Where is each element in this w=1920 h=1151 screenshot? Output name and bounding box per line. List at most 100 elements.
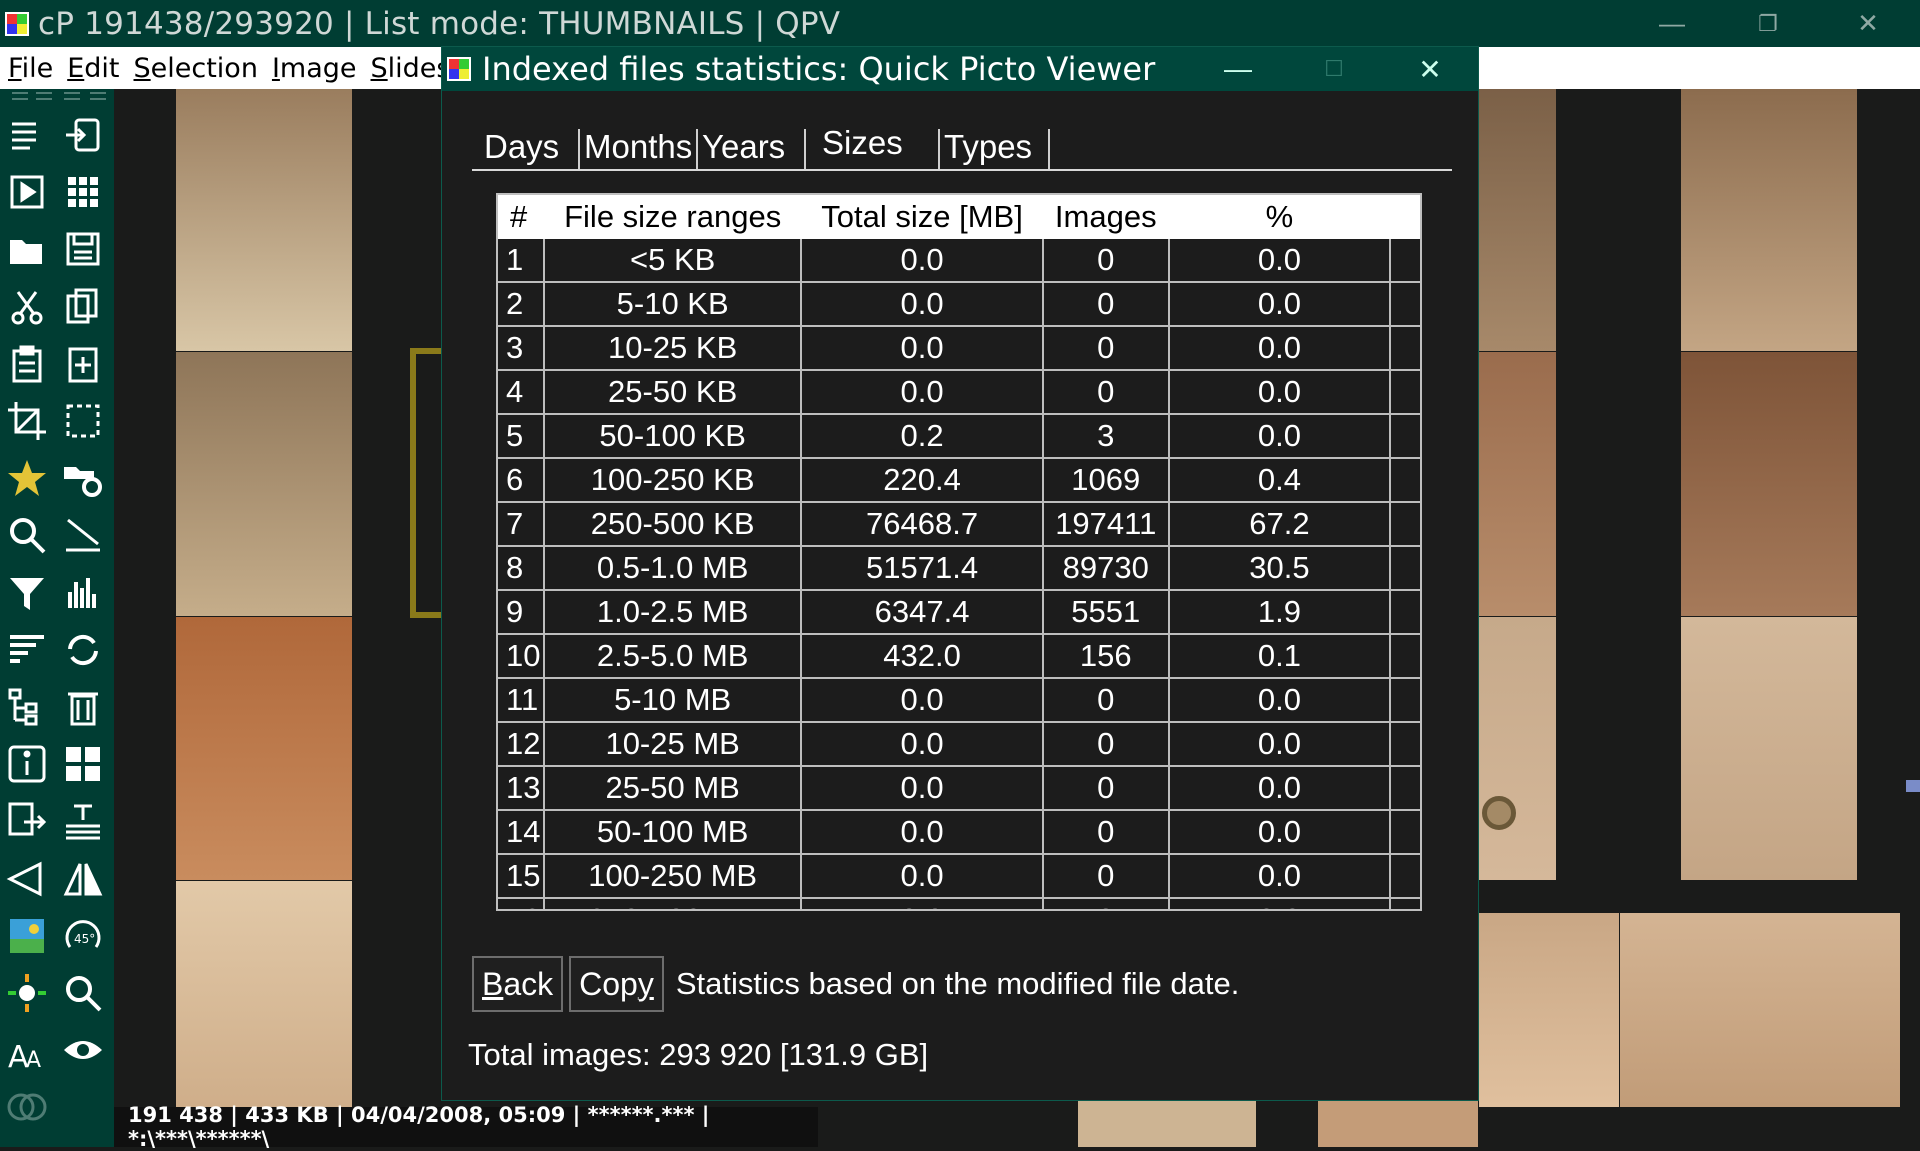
search-zoom-icon[interactable] bbox=[60, 970, 106, 1016]
menu-selection[interactable]: Selection bbox=[126, 53, 264, 84]
thumbnail-bg-9[interactable] bbox=[1681, 352, 1857, 616]
table-row[interactable]: 6 100-250 KB 220.4 1069 0.4 bbox=[498, 458, 1420, 503]
thumbnail-bg-2[interactable] bbox=[176, 352, 352, 616]
table-row[interactable]: 1 <5 KB 0.0 0 0.0 bbox=[498, 239, 1420, 283]
table-row[interactable]: 5 50-100 KB 0.2 3 0.0 bbox=[498, 414, 1420, 459]
maximize-button[interactable]: ❐ bbox=[1720, 0, 1816, 47]
minimize-icon: — bbox=[1224, 53, 1252, 84]
close-button[interactable]: ✕ bbox=[1820, 0, 1916, 47]
back-button[interactable]: Back bbox=[472, 956, 564, 1012]
sort-icon[interactable] bbox=[4, 627, 50, 673]
tab-days[interactable]: Days bbox=[484, 125, 559, 169]
slideshow-icon[interactable] bbox=[4, 169, 50, 215]
thumbnail-bg-11[interactable] bbox=[1479, 913, 1619, 1107]
filter-icon[interactable] bbox=[4, 570, 50, 616]
statistics-dialog: Indexed files statistics: Quick Picto Vi… bbox=[441, 46, 1479, 1101]
cell-index: 12 bbox=[498, 722, 545, 767]
cell-filler bbox=[1390, 458, 1420, 503]
column-header-images[interactable]: Images bbox=[1042, 195, 1169, 239]
table-row[interactable]: 11 5-10 MB 0.0 0 0.0 bbox=[498, 678, 1420, 723]
cell-percent: 30.5 bbox=[1168, 546, 1392, 591]
calculator-icon[interactable] bbox=[60, 741, 106, 787]
table-row[interactable]: 10 2.5-5.0 MB 432.0 156 0.1 bbox=[498, 634, 1420, 679]
thumbnail-bg-14[interactable] bbox=[1318, 1101, 1478, 1147]
text-size-icon[interactable]: AA bbox=[4, 1027, 50, 1073]
column-header-index[interactable]: # bbox=[498, 195, 544, 239]
trash-icon[interactable] bbox=[60, 684, 106, 730]
scrollbar-thumb[interactable] bbox=[1906, 780, 1920, 792]
toolbar-grip-icon[interactable] bbox=[6, 89, 110, 105]
grid-icon[interactable] bbox=[60, 169, 106, 215]
thumbnail-bg-3[interactable] bbox=[176, 617, 352, 880]
flip-horizontal-icon[interactable] bbox=[4, 856, 50, 902]
selected-thumbnail-frame[interactable] bbox=[410, 348, 444, 618]
copy-icon[interactable] bbox=[60, 284, 106, 330]
thumbnail-bg-8[interactable] bbox=[1681, 89, 1857, 351]
table-row[interactable]: 8 0.5-1.0 MB 51571.4 89730 30.5 bbox=[498, 546, 1420, 591]
column-header-percent[interactable]: % bbox=[1168, 195, 1391, 239]
open-folder-icon[interactable] bbox=[4, 226, 50, 272]
cell-range: 250-500 KB bbox=[543, 502, 803, 547]
menu-file[interactable]: File bbox=[0, 53, 59, 84]
minimize-button[interactable]: — bbox=[1624, 0, 1720, 47]
select-icon[interactable] bbox=[60, 398, 106, 444]
mirror-icon[interactable] bbox=[60, 856, 106, 902]
table-row[interactable]: 13 25-50 MB 0.0 0 0.0 bbox=[498, 766, 1420, 811]
table-row[interactable]: 9 1.0-2.5 MB 6347.4 5551 1.9 bbox=[498, 590, 1420, 635]
import-icon[interactable] bbox=[60, 112, 106, 158]
thumbnail-bg-10[interactable] bbox=[1681, 617, 1857, 880]
menu-image[interactable]: Image bbox=[264, 53, 363, 84]
cut-icon[interactable] bbox=[4, 284, 50, 330]
cell-percent: 0.0 bbox=[1168, 898, 1392, 909]
column-header-range[interactable]: File size ranges bbox=[543, 195, 802, 239]
thumbnail-bg-7[interactable] bbox=[1479, 617, 1556, 880]
histogram-icon[interactable] bbox=[60, 570, 106, 616]
dialog-close-button[interactable]: ✕ bbox=[1382, 47, 1478, 91]
eye-icon[interactable] bbox=[60, 1027, 106, 1073]
text-layout-icon[interactable] bbox=[60, 798, 106, 844]
tree-icon[interactable] bbox=[4, 684, 50, 730]
table-row[interactable]: 12 10-25 MB 0.0 0 0.0 bbox=[498, 722, 1420, 767]
folder-settings-icon[interactable] bbox=[60, 455, 106, 501]
thumbnail-bg-6[interactable] bbox=[1479, 352, 1556, 616]
tab-months[interactable]: Months bbox=[584, 125, 692, 169]
table-row[interactable]: 14 50-100 MB 0.0 0 0.0 bbox=[498, 810, 1420, 855]
table-row[interactable]: 7 250-500 KB 76468.7 197411 67.2 bbox=[498, 502, 1420, 547]
thumbnail-bg-13[interactable] bbox=[1078, 1101, 1256, 1147]
table-row[interactable]: 2 5-10 KB 0.0 0 0.0 bbox=[498, 282, 1420, 327]
menu-edit[interactable]: Edit bbox=[59, 53, 125, 84]
export-icon[interactable] bbox=[4, 798, 50, 844]
thumbnail-bg-5[interactable] bbox=[1479, 89, 1556, 351]
tab-types[interactable]: Types bbox=[944, 125, 1032, 169]
thumbnail-bg-1[interactable] bbox=[176, 89, 352, 351]
rotate-45-icon[interactable]: 45° bbox=[60, 913, 106, 959]
cell-index: 2 bbox=[498, 282, 545, 327]
save-icon[interactable] bbox=[60, 226, 106, 272]
refresh-icon[interactable] bbox=[60, 627, 106, 673]
color-image-icon[interactable] bbox=[4, 913, 50, 959]
color-adjust-icon[interactable] bbox=[4, 970, 50, 1016]
drag-handle-icon[interactable] bbox=[1482, 796, 1516, 830]
cell-total-size: 0.0 bbox=[801, 326, 1044, 371]
tab-sizes[interactable]: Sizes bbox=[822, 121, 903, 165]
paste-icon[interactable] bbox=[4, 341, 50, 387]
dialog-minimize-button[interactable]: — bbox=[1190, 47, 1286, 91]
column-header-total-size[interactable]: Total size [MB] bbox=[801, 195, 1043, 239]
statistics-table-container[interactable]: # File size ranges Total size [MB] Image… bbox=[496, 193, 1422, 911]
table-row[interactable]: 4 25-50 KB 0.0 0 0.0 bbox=[498, 370, 1420, 415]
zoom-icon[interactable] bbox=[4, 512, 50, 558]
compare-icon[interactable] bbox=[4, 1084, 50, 1130]
table-row[interactable]: 15 100-250 MB 0.0 0 0.0 bbox=[498, 854, 1420, 899]
table-row[interactable]: 16250-500 MB0.000.0 bbox=[498, 898, 1420, 909]
measure-icon[interactable] bbox=[60, 512, 106, 558]
favorite-star-icon[interactable] bbox=[4, 455, 50, 501]
copy-button[interactable]: Cop y bbox=[569, 956, 664, 1012]
thumbnail-bg-12[interactable] bbox=[1620, 913, 1900, 1107]
new-image-icon[interactable] bbox=[60, 341, 106, 387]
info-icon[interactable] bbox=[4, 741, 50, 787]
table-row[interactable]: 3 10-25 KB 0.0 0 0.0 bbox=[498, 326, 1420, 371]
list-icon[interactable] bbox=[4, 112, 50, 158]
thumbnail-bg-4[interactable] bbox=[176, 881, 352, 1107]
crop-icon[interactable] bbox=[4, 398, 50, 444]
tab-years[interactable]: Years bbox=[702, 125, 785, 169]
